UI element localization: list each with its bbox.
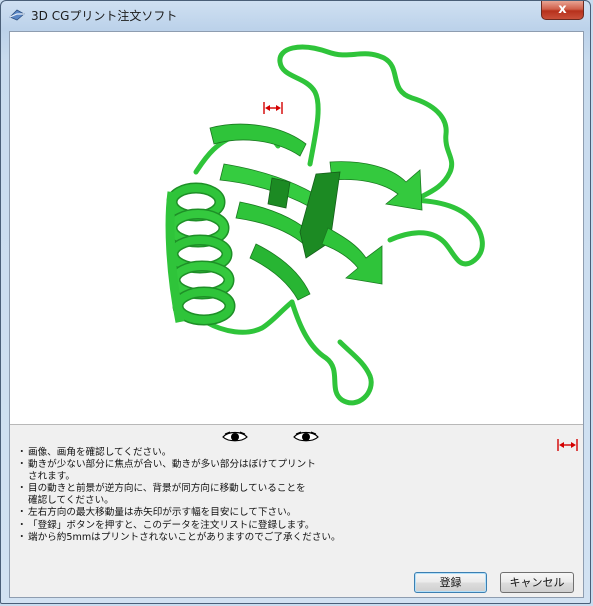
instruction-item: 「登録」ボタンを押すと、このデータを注文リストに登録します。	[17, 520, 380, 532]
instruction-item: 目の動きと前景が逆方向に、背景が同方向に移動していることを 確認してください。	[17, 483, 380, 507]
left-eye-icon	[222, 431, 248, 442]
instructions-list: 画像、画角を確認してください。 動きが少ない部分に焦点が合い、動きが多い部分はぼ…	[17, 447, 380, 544]
app-window: 3D CGプリント注文ソフト x ・ 画像、画角を確認してください。 ・ 動きが…	[0, 0, 591, 604]
instruction-item: 端から約5mmはプリントされないことがありますのでご了承ください。	[17, 532, 380, 544]
coil-bottom-loop	[289, 299, 374, 406]
coil-right-loop	[387, 197, 485, 267]
instruction-item: 動きが少ない部分に焦点が合い、動きが多い部分はぼけてプリント されます。	[17, 459, 380, 483]
beta-strand-7	[249, 243, 311, 301]
app-icon	[9, 9, 25, 21]
close-button[interactable]: x	[541, 1, 584, 20]
beta-strand-6	[321, 227, 383, 285]
max-motion-arrow-icon	[557, 439, 578, 451]
title-bar[interactable]: 3D CGプリント注文ソフト x	[1, 1, 590, 29]
register-button[interactable]: 登録	[414, 572, 487, 593]
instruction-item: 画像、画角を確認してください。	[17, 447, 380, 459]
client-area: 画像、画角を確認してください。 動きが少ない部分に焦点が合い、動きが多い部分はぼ…	[9, 31, 584, 598]
instruction-item: 左右方向の最大移動量は赤矢印が示す幅を目安にして下さい。	[17, 507, 380, 519]
close-icon: x	[558, 2, 567, 17]
motion-arrow-icon	[263, 102, 283, 114]
protein-model	[165, 44, 485, 406]
model-viewport[interactable]	[10, 32, 583, 425]
beta-strand-4	[329, 161, 423, 211]
beta-strand-1	[209, 123, 307, 157]
beta-strand-8	[267, 177, 291, 209]
alpha-helix	[165, 182, 236, 326]
right-eye-icon	[293, 431, 319, 442]
cancel-button[interactable]: キャンセル	[500, 572, 574, 593]
window-title: 3D CGプリント注文ソフト	[31, 9, 178, 23]
